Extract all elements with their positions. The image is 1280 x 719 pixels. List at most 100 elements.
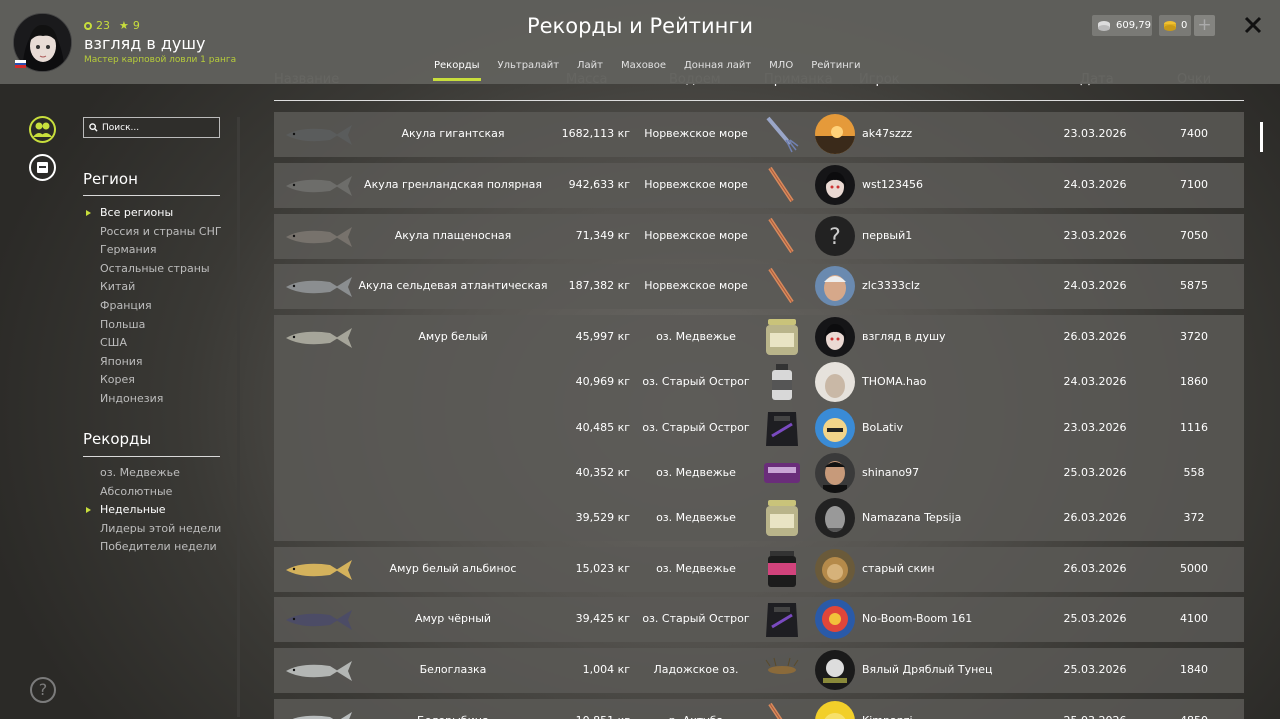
record-date: 25.03.2026 [1063,612,1127,625]
player-name[interactable]: BoLativ [862,421,903,434]
bait-icon[interactable] [762,266,802,306]
tab-4[interactable]: Донная лайт [675,59,760,83]
close-icon[interactable] [1243,15,1263,35]
player-name[interactable]: Вялый Дряблый Тунец [862,663,993,676]
player-name[interactable]: wst123456 [862,178,923,191]
player-name[interactable]: первый1 [862,229,912,242]
player-avatar[interactable] [815,650,855,690]
bait-icon[interactable] [762,599,802,639]
tab-0[interactable]: Рекорды [425,59,489,83]
player-avatar[interactable] [815,701,855,719]
table-row[interactable]: Амур белый 45,997 кг оз. Медвежье взгляд в … [274,315,1244,541]
region-item[interactable]: Франция [100,297,222,316]
region-item[interactable]: Остальные страны [100,260,222,279]
bait-icon[interactable] [762,317,802,357]
player-avatar[interactable]: ? [815,216,855,256]
player-avatar[interactable] [815,317,855,357]
score-value: 3720 [1180,330,1208,343]
tab-3[interactable]: Маховое [612,59,675,83]
table-row[interactable]: Акула гренландская полярная 942,633 кг Нор… [274,163,1244,208]
records-item[interactable]: Недельные [85,501,221,520]
water-name: Норвежское море [644,127,748,140]
player-avatar[interactable] [815,407,855,448]
fish-name: Белоглазка [419,663,487,676]
header-divider [274,100,1244,101]
player-avatar[interactable] [815,599,855,639]
water-name: оз. Медвежье [656,511,736,525]
region-item[interactable]: Польша [100,316,222,335]
records-item[interactable]: Победители недели [100,538,221,557]
help-icon[interactable]: ? [30,677,56,703]
bait-icon[interactable] [762,408,802,448]
player-avatar[interactable] [815,362,855,403]
tab-2[interactable]: Лайт [568,59,612,83]
records-item[interactable]: Абсолютные [100,483,221,502]
tab-1[interactable]: Ультралайт [489,59,569,83]
score-value: 7050 [1180,229,1208,242]
player-name[interactable]: zlc3333clz [862,279,920,292]
table-row[interactable]: Белорыбица10,851 кг р. Ахтуба Kimpanzi 25.0… [274,699,1244,719]
water-name: Норвежское море [644,178,748,191]
player-avatar[interactable] [815,266,855,306]
player-name[interactable]: старый скин [862,562,935,575]
player-avatar[interactable] [815,165,855,205]
user-rank: Мастер карповой ловли 1 ранга [84,55,237,65]
region-item[interactable]: Все регионы [86,204,222,223]
player-avatar[interactable] [815,452,855,493]
bait-icon[interactable] [762,165,802,205]
mass-value: 942,633 кг [568,178,630,191]
table-row[interactable]: Амур белый альбинос 15,023 кг оз. Медвежье… [274,547,1244,592]
score-value: 1116 [1180,420,1208,434]
player-name[interactable]: No-Boom-Boom 161 [862,612,972,625]
bait-icon[interactable] [762,701,802,719]
plus-icon[interactable]: + [1194,15,1215,36]
table-row[interactable]: Амур чёрный 39,425 кг оз. Старый Острог No-… [274,597,1244,642]
player-name[interactable]: Kimpanzi [862,714,913,719]
player-name[interactable]: Namazana Tepsija [862,511,961,524]
region-item[interactable]: Китай [100,278,222,297]
region-item[interactable]: Япония [100,353,222,372]
table-row[interactable]: Белоглазка 1,004 кг Ладожское оз. Вялый Дря… [274,648,1244,693]
region-item[interactable]: Индонезия [100,390,222,409]
player-avatar[interactable] [815,498,855,539]
score-value: 7400 [1180,127,1208,140]
bait-icon[interactable] [762,549,802,589]
tab-5[interactable]: МЛО [760,59,802,83]
search-input[interactable]: Поиск... [83,117,220,138]
bait-icon[interactable] [762,114,802,154]
page-title: Рекорды и Рейтинги [526,14,754,38]
table-row[interactable]: Акула гигантская 1682,113 кг Норвежское мо… [274,112,1244,157]
player-name[interactable]: ak47szzz [862,127,912,140]
bait-icon[interactable] [762,216,802,256]
score-value: 5000 [1180,562,1208,575]
records-item[interactable]: Лидеры этой недели [100,520,221,539]
bait-icon[interactable] [762,498,802,538]
fish-name: Акула сельдевая атлантическая [358,279,548,292]
bait-icon[interactable] [762,362,802,402]
russia-flag-icon [15,60,26,68]
bait-icon[interactable] [762,453,802,493]
records-item[interactable]: оз. Медвежье [100,464,221,483]
region-item[interactable]: Германия [100,241,222,260]
table-row[interactable]: Акула сельдевая атлантическая 187,382 кг Н… [274,264,1244,309]
player-avatar[interactable] [815,549,855,589]
fish-name: Акула плащеносная [394,229,512,242]
score-value: 4850 [1154,714,1234,719]
player-name[interactable]: взгляд в душу [862,330,946,343]
bait-icon[interactable] [762,650,802,690]
region-item[interactable]: Корея [100,371,222,390]
player-name[interactable]: THOMA.hao [862,375,926,388]
player-avatar[interactable] [815,114,855,154]
region-item[interactable]: Россия и страны СНГ [100,223,222,242]
tab-6[interactable]: Рейтинги [802,59,869,83]
record-date: 24.03.2026 [1063,279,1127,292]
player-name[interactable]: shinano97 [862,466,919,479]
shop-icon[interactable] [29,154,56,181]
record-date: 24.03.2026 [1063,178,1127,191]
fish-name: Амур чёрный [414,612,492,625]
region-item[interactable]: США [100,334,222,353]
scrollbar-thumb[interactable] [1260,122,1263,152]
divider [83,195,220,196]
friends-icon[interactable] [29,116,56,143]
table-row[interactable]: Акула плащеносная 71,349 кг Норвежское мор… [274,214,1244,259]
